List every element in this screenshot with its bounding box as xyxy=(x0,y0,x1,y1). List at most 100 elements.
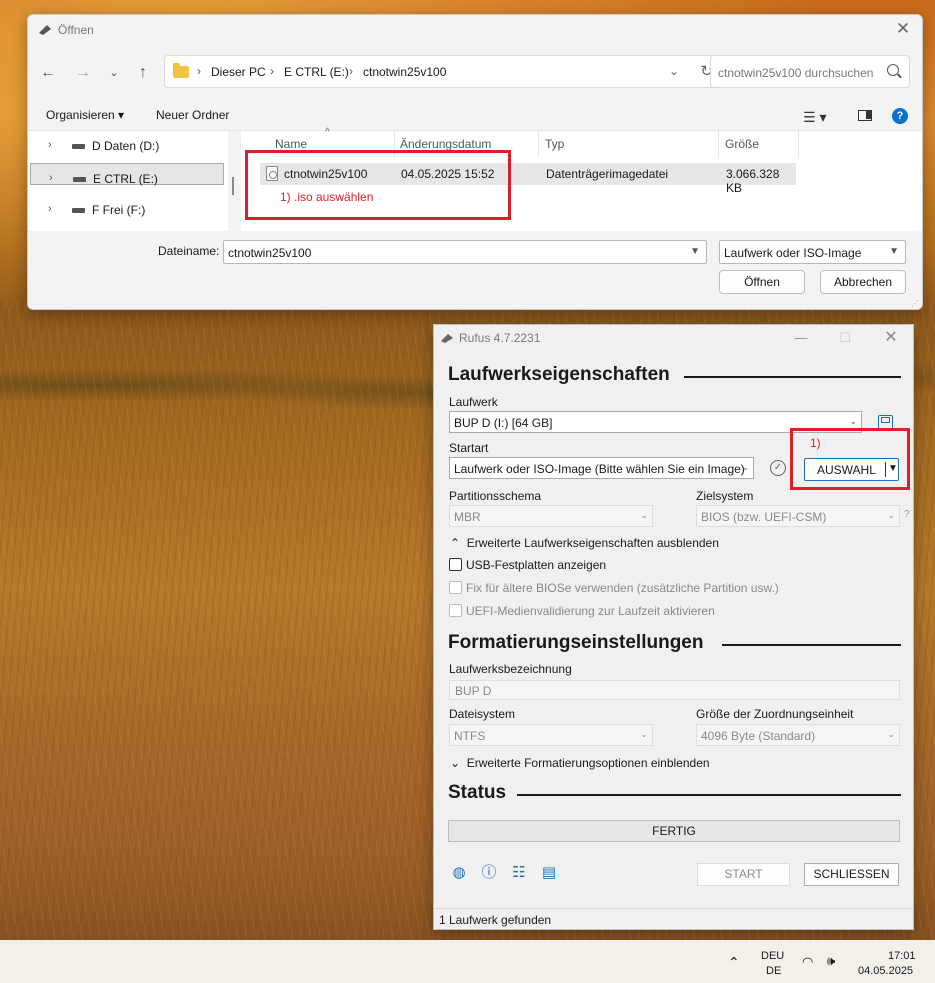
volume-value: BUP D xyxy=(455,684,492,698)
help-icon[interactable]: ? xyxy=(892,108,908,124)
chevron-up-icon[interactable]: ⌃ xyxy=(728,954,740,971)
chevron-right-icon[interactable]: › xyxy=(270,64,274,78)
forward-icon[interactable]: → xyxy=(73,63,93,83)
tree-item-label: E CTRL (E:) xyxy=(93,172,158,186)
column-header-date[interactable]: Änderungsdatum xyxy=(400,137,491,151)
chevron-down-icon[interactable]: ⌄ xyxy=(669,64,679,78)
chevron-right-icon[interactable]: › xyxy=(49,172,53,184)
open-button[interactable]: Öffnen xyxy=(719,270,805,294)
target-label: Zielsystem xyxy=(696,489,754,503)
chevron-right-icon[interactable]: › xyxy=(197,64,201,78)
bios-fix-checkbox[interactable] xyxy=(449,581,462,594)
adv-format-toggle[interactable]: ⌄ Erweiterte Formatierungsoptionen einbl… xyxy=(450,756,710,770)
status-progress-bar: FERTIG xyxy=(448,820,900,842)
chevron-down-icon[interactable]: ▼ xyxy=(690,246,700,257)
column-header-name[interactable]: Name xyxy=(275,137,307,151)
boot-select[interactable]: Laufwerk oder ISO-Image (Bitte wählen Si… xyxy=(449,457,754,479)
drive-icon xyxy=(72,208,85,213)
usb-checkbox[interactable] xyxy=(449,558,462,571)
tree-item-e[interactable]: › E CTRL (E:) xyxy=(30,163,224,186)
rufus-titlebar: Rufus 4.7.2231 — ☐ ✕ xyxy=(434,325,913,352)
tree-item-label: D Daten (D:) xyxy=(92,139,160,153)
close-icon[interactable]: ✕ xyxy=(892,19,914,41)
volume-icon[interactable]: 🕪 xyxy=(827,953,835,969)
chevron-right-icon[interactable]: › xyxy=(349,64,353,78)
partition-select[interactable]: MBR ⌄ xyxy=(449,505,653,527)
navigation-pane: › D Daten (D:) › E CTRL (E:) › F Frei (F… xyxy=(28,131,228,231)
breadcrumb-item[interactable]: Dieser PC xyxy=(211,65,266,79)
filename-area: Dateiname: ctnotwin25v100 ▼ Laufwerk ode… xyxy=(28,231,922,309)
filename-field[interactable]: ctnotwin25v100 ▼ xyxy=(223,240,707,264)
minimize-icon[interactable]: — xyxy=(790,327,812,349)
volume-input[interactable]: BUP D xyxy=(449,680,900,700)
adv-drive-toggle[interactable]: ⌃ Erweiterte Laufwerkseigenschaften ausb… xyxy=(450,536,719,550)
section-heading: Laufwerkseigenschaften xyxy=(448,364,670,385)
settings-sliders-icon[interactable]: ☷ xyxy=(511,865,527,881)
column-divider[interactable] xyxy=(798,131,799,157)
maximize-icon[interactable]: ☐ xyxy=(834,327,856,349)
preview-pane-icon[interactable] xyxy=(858,110,872,121)
fs-select[interactable]: NTFS ⌄ xyxy=(449,724,653,746)
chevron-down-icon[interactable]: ⌄ xyxy=(887,510,895,521)
chevron-down-icon[interactable]: ⌄ xyxy=(640,729,648,740)
chevron-right-icon[interactable]: › xyxy=(48,203,52,215)
chevron-right-icon[interactable]: › xyxy=(48,139,52,151)
breadcrumb-item[interactable]: ctnotwin25v100 xyxy=(363,65,446,79)
search-icon[interactable] xyxy=(887,64,899,76)
rufus-icon xyxy=(441,334,453,343)
info-icon[interactable]: ⓘ xyxy=(481,865,497,881)
navigation-bar: ← → ⌄ ↑ › Dieser PC › E CTRL (E:) › ctno… xyxy=(28,53,922,93)
log-icon[interactable]: ▤ xyxy=(541,865,557,881)
target-select[interactable]: BIOS (bzw. UEFI-CSM) ⌄ xyxy=(696,505,900,527)
help-icon[interactable]: ? xyxy=(904,509,910,520)
folder-icon xyxy=(173,63,189,78)
up-icon[interactable]: ↑ xyxy=(133,63,153,83)
globe-icon[interactable]: ◍ xyxy=(451,865,467,881)
view-options-icon[interactable]: ☰ ▾ xyxy=(803,109,826,126)
clock-time[interactable]: 17:01 xyxy=(888,950,916,962)
chevron-down-icon[interactable]: ⌄ xyxy=(741,462,749,473)
file-type: Datenträgerimagedatei xyxy=(546,167,669,181)
recent-dropdown-icon[interactable]: ⌄ xyxy=(104,63,124,83)
resize-grip-icon[interactable]: ⋰ xyxy=(911,299,919,308)
target-value: BIOS (bzw. UEFI-CSM) xyxy=(701,510,827,524)
wifi-icon[interactable]: ◠ xyxy=(802,954,813,970)
clock-date[interactable]: 04.05.2025 xyxy=(858,965,913,977)
organize-button[interactable]: Organisieren ▾ xyxy=(46,108,124,122)
close-icon[interactable]: ✕ xyxy=(880,327,902,349)
cluster-select[interactable]: 4096 Byte (Standard) ⌄ xyxy=(696,724,900,746)
column-divider[interactable] xyxy=(538,131,539,157)
chevron-down-icon[interactable]: ⌄ xyxy=(640,510,648,521)
back-icon[interactable]: ← xyxy=(38,63,58,83)
close-button[interactable]: SCHLIESSEN xyxy=(804,863,899,886)
drive-icon xyxy=(73,177,86,182)
uefi-validation-checkbox[interactable] xyxy=(449,604,462,617)
uefi-validation-label: UEFI-Medienvalidierung zur Laufzeit akti… xyxy=(466,604,715,618)
new-folder-button[interactable]: Neuer Ordner xyxy=(156,108,229,122)
filetype-select[interactable]: Laufwerk oder ISO-Image ▼ xyxy=(719,240,906,264)
cluster-value: 4096 Byte (Standard) xyxy=(701,729,816,743)
column-divider[interactable] xyxy=(718,131,719,157)
rufus-statusbar: 1 Laufwerk gefunden xyxy=(434,908,913,930)
cancel-button[interactable]: Abbrechen xyxy=(820,270,906,294)
column-header-type[interactable]: Typ xyxy=(545,137,564,151)
column-header-size[interactable]: Größe xyxy=(725,137,759,151)
address-bar[interactable]: › Dieser PC › E CTRL (E:) › ctnotwin25v1… xyxy=(164,55,724,88)
check-icon[interactable]: ✓ xyxy=(770,460,786,476)
breadcrumb-item[interactable]: E CTRL (E:) xyxy=(284,65,349,79)
chevron-down-icon[interactable]: ⌄ xyxy=(849,416,857,427)
filetype-value: Laufwerk oder ISO-Image xyxy=(724,246,862,260)
cluster-label: Größe der Zuordnungseinheit xyxy=(696,707,854,721)
chevron-down-icon[interactable]: ⌄ xyxy=(887,729,895,740)
search-input[interactable]: ctnotwin25v100 durchsuchen xyxy=(710,55,910,88)
language-code[interactable]: DEU xyxy=(761,950,784,962)
tree-item-d[interactable]: › D Daten (D:) xyxy=(30,131,224,161)
tree-item-f[interactable]: › F Frei (F:) xyxy=(30,195,224,225)
annotation-text: 1) xyxy=(810,436,821,450)
section-divider xyxy=(517,794,901,796)
keyboard-layout[interactable]: DE xyxy=(766,965,781,977)
fs-label: Dateisystem xyxy=(449,707,516,721)
start-button[interactable]: START xyxy=(697,863,790,886)
chevron-down-icon[interactable]: ▼ xyxy=(889,246,899,257)
pane-splitter[interactable] xyxy=(232,177,234,195)
